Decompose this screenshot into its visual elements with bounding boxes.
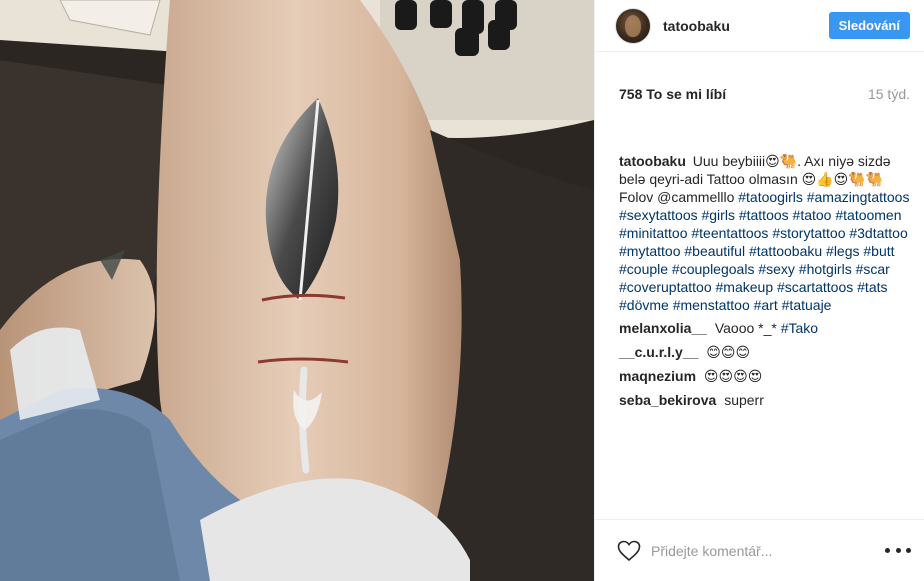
comment-text: 😊😊😊 — [706, 344, 751, 360]
header-username[interactable]: tatoobaku — [663, 18, 829, 34]
likes-count[interactable]: 758 To se mi líbí — [619, 86, 726, 102]
comment-input[interactable] — [651, 542, 885, 559]
post-header: tatoobaku Sledování — [595, 0, 924, 52]
comment-list: melanxolia__ Vaooo *_* #Tako __c.u.r.l.y… — [595, 314, 924, 409]
feather-tattoo-photo — [0, 0, 594, 581]
comment-text: 😍😍😍😍 — [703, 368, 763, 384]
comment-username[interactable]: melanxolia__ — [619, 320, 707, 336]
caption-hashtags[interactable]: #tatoogirls #amazingtattoos #sexytattoos… — [619, 189, 909, 313]
more-options-icon[interactable] — [885, 546, 911, 556]
dot — [895, 548, 901, 553]
comment-item: seba_bekirova superr — [619, 391, 914, 409]
comment-footer — [595, 519, 924, 581]
comment-text: superr — [724, 392, 764, 408]
follow-button[interactable]: Sledování — [828, 12, 910, 39]
comment-item: melanxolia__ Vaooo *_* #Tako — [619, 319, 914, 337]
comment-hashtag[interactable]: #Tako — [781, 320, 818, 336]
dot — [885, 548, 890, 553]
caption: tatoobaku Uuu beybiiii😍🐫. Axı niyə sizdə… — [595, 152, 924, 314]
avatar[interactable] — [615, 7, 651, 44]
comment-username[interactable]: seba_bekirova — [619, 392, 716, 408]
likes-row: 758 To se mi líbí 15 týd. — [595, 52, 924, 152]
caption-username[interactable]: tatoobaku — [619, 153, 686, 169]
dot — [906, 548, 911, 553]
comment-username[interactable]: __c.u.r.l.y__ — [619, 344, 698, 360]
post-photo[interactable] — [0, 0, 594, 581]
heart-icon[interactable] — [617, 540, 641, 562]
post-time[interactable]: 15 týd. — [868, 86, 910, 102]
instagram-post-modal: tatoobaku Sledování 758 To se mi líbí 15… — [0, 0, 924, 581]
comment-item: __c.u.r.l.y__ 😊😊😊 — [619, 343, 914, 361]
post-sidebar: tatoobaku Sledování 758 To se mi líbí 15… — [594, 0, 924, 581]
comment-text: Vaooo *_* — [714, 320, 781, 336]
comment-item: maqnezium 😍😍😍😍 — [619, 367, 914, 385]
comment-username[interactable]: maqnezium — [619, 368, 696, 384]
